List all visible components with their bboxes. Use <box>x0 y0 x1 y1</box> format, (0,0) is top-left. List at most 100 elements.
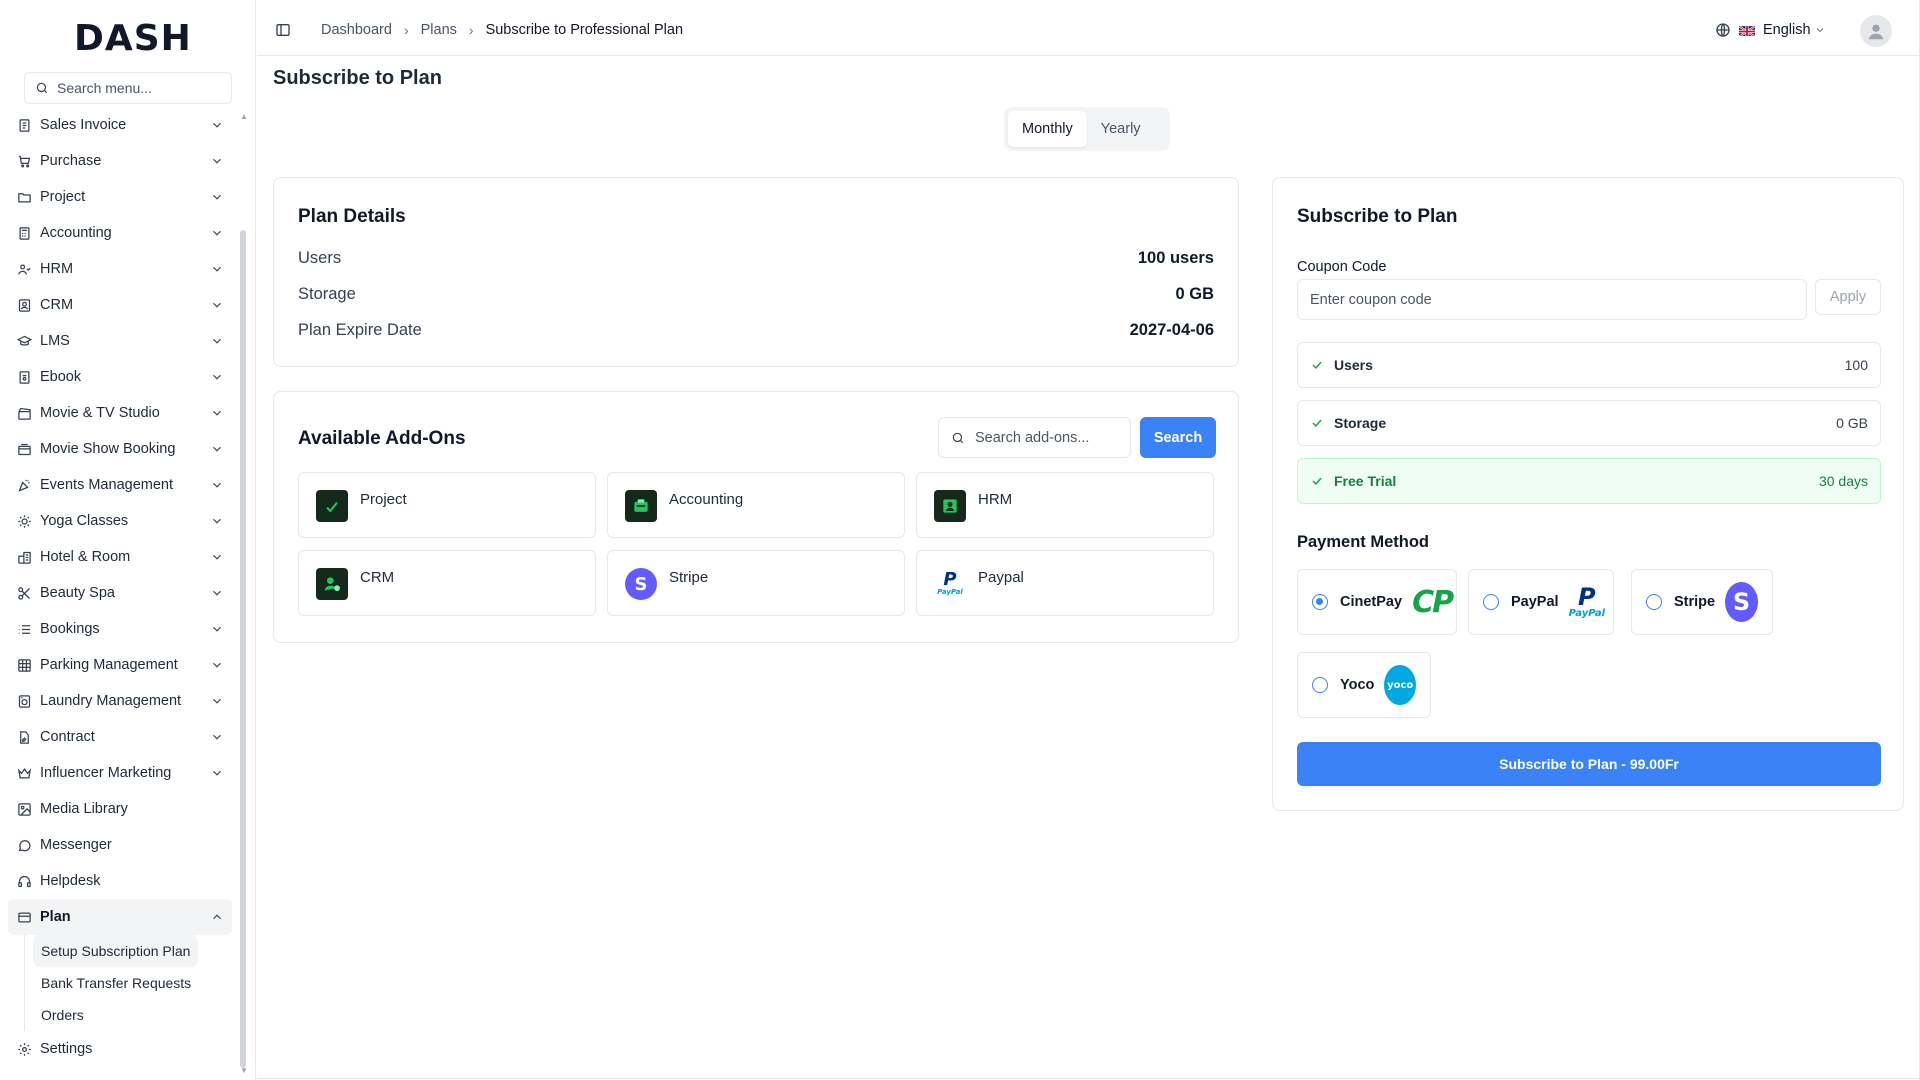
sidebar-item-media-library[interactable]: Media Library <box>8 791 232 827</box>
payment-option-label: PayPal <box>1511 594 1559 610</box>
headphones-icon <box>16 873 32 889</box>
addon-search-input[interactable] <box>975 429 1125 446</box>
feature-label: Free Trial <box>1334 473 1397 489</box>
subscribe-to-plan-button[interactable]: Subscribe to Plan - 99.00Fr <box>1297 742 1881 786</box>
payment-option-label: Stripe <box>1674 594 1716 610</box>
sidebar-item-label: Messenger <box>40 837 112 853</box>
sidebar-item-movie-tv-studio[interactable]: Movie & TV Studio <box>8 395 232 431</box>
sidebar-item-label: Helpdesk <box>40 873 101 889</box>
plan-detail-value: 2027-04-06 <box>1129 321 1214 339</box>
paypal-logo-icon: P PayPal <box>937 569 963 597</box>
sidebar-item-yoga-classes[interactable]: Yoga Classes <box>8 503 232 539</box>
sidebar-item-accounting[interactable]: Accounting <box>8 215 232 251</box>
sidebar-item-plan[interactable]: Plan <box>8 899 232 935</box>
sidebar-item-label: Laundry Management <box>40 693 182 709</box>
chevron-down-icon <box>213 734 221 740</box>
book-icon <box>16 369 32 385</box>
sidebar-item-settings[interactable]: Settings <box>8 1031 232 1067</box>
chevron-down-icon <box>213 338 221 344</box>
sidebar-item-influencer-marketing[interactable]: Influencer Marketing <box>8 755 232 791</box>
apply-coupon-button[interactable]: Apply <box>1815 279 1881 315</box>
payment-option-cinetpay[interactable]: CinetPay CP <box>1297 569 1457 635</box>
addon-tile-stripe[interactable]: S Stripe <box>607 550 905 616</box>
payment-radio[interactable] <box>1312 677 1328 693</box>
sidebar-item-label: Hotel & Room <box>40 549 131 565</box>
payment-option-stripe[interactable]: Stripe S <box>1631 569 1773 635</box>
file-signature-icon <box>16 729 32 745</box>
crown-icon <box>16 765 32 781</box>
payment-option-yoco[interactable]: Yoco yoco <box>1297 652 1431 718</box>
user-avatar[interactable] <box>1860 15 1892 47</box>
addon-search-button[interactable]: Search <box>1140 417 1216 458</box>
sidebar-item-crm[interactable]: CRM <box>8 287 232 323</box>
user-icon <box>1868 24 1884 40</box>
breadcrumb-plans[interactable]: Plans <box>421 22 457 38</box>
sidebar-search[interactable] <box>24 72 232 104</box>
payment-radio[interactable] <box>1312 594 1328 610</box>
app-logo[interactable]: DASH <box>74 18 192 59</box>
payment-radio[interactable] <box>1646 594 1662 610</box>
billing-period-toggle: Monthly Yearly <box>1004 107 1170 151</box>
sidebar-item-label: Purchase <box>40 153 102 169</box>
sidebar-item-beauty-spa[interactable]: Beauty Spa <box>8 575 232 611</box>
sidebar-item-movie-show-booking[interactable]: Movie Show Booking <box>8 431 232 467</box>
payment-option-paypal[interactable]: PayPal P PayPal <box>1468 569 1614 635</box>
sidebar-toggle-icon[interactable] <box>275 22 291 38</box>
sidebar-item-sales-invoice[interactable]: Sales Invoice <box>8 107 232 143</box>
sidebar-item-helpdesk[interactable]: Helpdesk <box>8 863 232 899</box>
sidebar-item-ebook[interactable]: Ebook <box>8 359 232 395</box>
addon-tile-hrm[interactable]: HRM <box>916 472 1214 538</box>
language-label: English <box>1763 22 1811 38</box>
paypal-logo-icon: P PayPal <box>1568 583 1606 619</box>
breadcrumb-dashboard[interactable]: Dashboard <box>321 22 392 38</box>
sidebar-item-messenger[interactable]: Messenger <box>8 827 232 863</box>
coupon-code-input[interactable] <box>1297 279 1807 320</box>
billing-monthly-button[interactable]: Monthly <box>1008 111 1087 147</box>
feature-row-free-trial: Free Trial 30 days <box>1297 458 1881 504</box>
sidebar-item-parking-management[interactable]: Parking Management <box>8 647 232 683</box>
chevron-down-icon <box>213 662 221 668</box>
scissors-icon <box>16 585 32 601</box>
addon-tile-accounting[interactable]: Accounting <box>607 472 905 538</box>
uk-flag-icon <box>1739 24 1755 36</box>
sidebar-subitem-orders[interactable]: Orders <box>33 999 92 1031</box>
sidebar-item-laundry-management[interactable]: Laundry Management <box>8 683 232 719</box>
chevron-down-icon <box>213 626 221 632</box>
sidebar-search-input[interactable] <box>57 80 227 96</box>
cinetpay-logo-icon: CP <box>1412 584 1454 620</box>
addons-title: Available Add-Ons <box>298 428 466 449</box>
scrollbar-down-arrow[interactable]: ▼ <box>240 1066 248 1075</box>
sidebar-item-label: LMS <box>40 333 70 349</box>
sidebar-nav: Sales Invoice Purchase Project Accountin… <box>8 107 232 1067</box>
plan-detail-label: Plan Expire Date <box>298 321 422 339</box>
feature-value: 30 days <box>1818 473 1868 489</box>
addon-tile-project[interactable]: Project <box>298 472 596 538</box>
chevron-right-icon: › <box>468 22 474 38</box>
payment-radio[interactable] <box>1483 594 1499 610</box>
check-icon <box>1312 477 1322 485</box>
sidebar-item-bookings[interactable]: Bookings <box>8 611 232 647</box>
billing-yearly-button[interactable]: Yearly <box>1087 111 1155 147</box>
addon-label: Accounting <box>669 491 744 508</box>
sidebar-item-label: Yoga Classes <box>40 513 129 529</box>
sidebar-item-hrm[interactable]: HRM <box>8 251 232 287</box>
addon-tile-crm[interactable]: CRM <box>298 550 596 616</box>
sidebar-item-hotel-room[interactable]: Hotel & Room <box>8 539 232 575</box>
image-icon <box>16 801 32 817</box>
sidebar-item-label: CRM <box>40 297 74 313</box>
sidebar-item-lms[interactable]: LMS <box>8 323 232 359</box>
addon-search-box[interactable] <box>938 417 1131 458</box>
sidebar-item-purchase[interactable]: Purchase <box>8 143 232 179</box>
scrollbar-up-arrow[interactable]: ▲ <box>240 112 248 121</box>
hotel-icon <box>16 549 32 565</box>
sidebar-item-project[interactable]: Project <box>8 179 232 215</box>
addon-tile-paypal[interactable]: P PayPal Paypal <box>916 550 1214 616</box>
sidebar-subitem-bank-transfer-requests[interactable]: Bank Transfer Requests <box>33 967 199 999</box>
language-selector[interactable]: English <box>1715 22 1826 38</box>
sidebar-item-events-management[interactable]: Events Management <box>8 467 232 503</box>
payment-option-label: Yoco <box>1340 677 1375 693</box>
sidebar-item-contract[interactable]: Contract <box>8 719 232 755</box>
sidebar-scrollbar[interactable] <box>240 230 246 1068</box>
contact-icon <box>16 297 32 313</box>
sidebar-subitem-setup-subscription-plan[interactable]: Setup Subscription Plan <box>33 935 199 967</box>
